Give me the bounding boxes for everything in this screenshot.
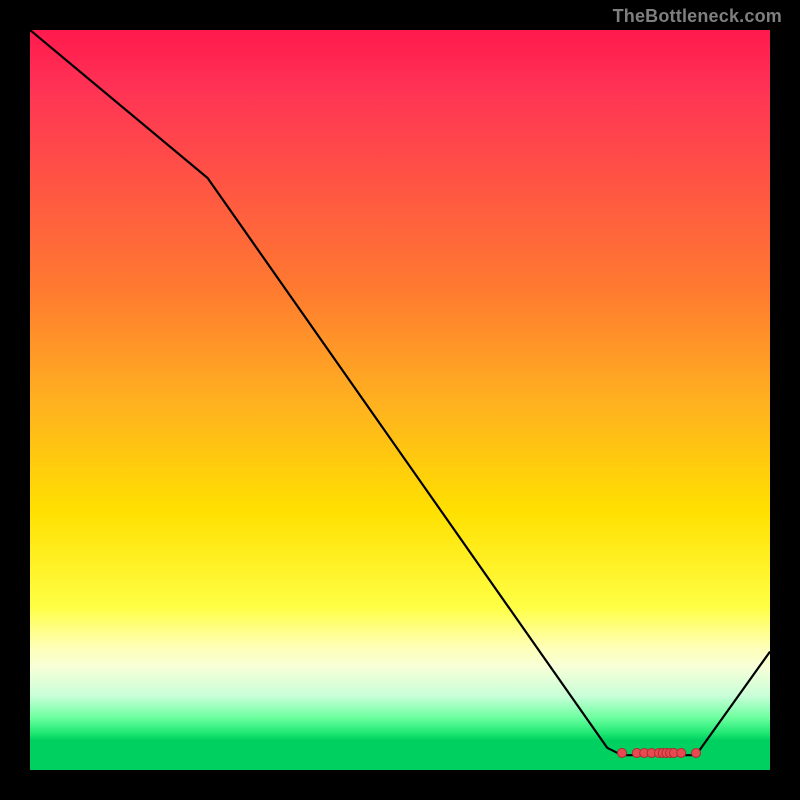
plot-area-gradient [30,30,770,770]
attribution-text: TheBottleneck.com [613,6,782,27]
chart-container: TheBottleneck.com [0,0,800,800]
